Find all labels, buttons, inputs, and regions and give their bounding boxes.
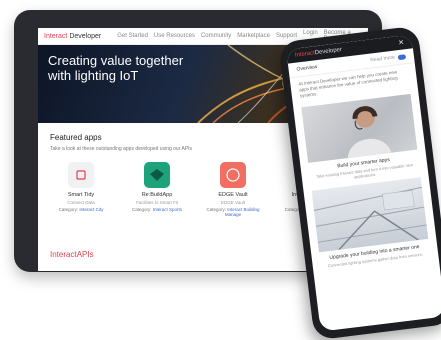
category-link[interactable]: Interact Sports bbox=[153, 207, 182, 212]
app-subtitle: Facilities to Smart Fit bbox=[135, 200, 178, 205]
nav-item[interactable]: Use Resources bbox=[154, 33, 195, 39]
apis-sub: APIs bbox=[76, 250, 94, 259]
vault-icon bbox=[220, 162, 246, 188]
phone-device: InteractDeveloper ✕ Overview Read more A… bbox=[278, 25, 441, 340]
apis-main: Interact bbox=[50, 250, 77, 259]
close-icon[interactable]: ✕ bbox=[398, 38, 405, 47]
hero-title: Creating value together with lighting Io… bbox=[48, 53, 184, 83]
app-name: EDGE Vault bbox=[218, 192, 248, 198]
app-card[interactable]: EDGE Vault EDGE Vault Category: Interact… bbox=[202, 162, 264, 217]
app-name: Smart Tidy bbox=[67, 192, 95, 198]
nav-item[interactable]: Marketplace bbox=[237, 33, 270, 39]
brand-logo[interactable]: Interact Developer bbox=[44, 33, 101, 40]
cup-icon bbox=[68, 162, 94, 188]
brand-main: Interact bbox=[44, 32, 68, 40]
app-subtitle: EDGE Vault bbox=[221, 200, 245, 205]
phone-screen: InteractDeveloper ✕ Overview Read more A… bbox=[286, 34, 441, 332]
read-more[interactable]: Read more bbox=[370, 53, 407, 64]
app-card[interactable]: Re:BuildApp Facilities to Smart Fit Cate… bbox=[126, 162, 188, 217]
category-link[interactable]: Interact Building Manage bbox=[225, 207, 260, 217]
grid-icon bbox=[144, 162, 170, 188]
app-category: Category: Interact City bbox=[58, 207, 104, 212]
app-subtitle: Connect Data bbox=[67, 200, 95, 205]
nav-item[interactable]: Community bbox=[201, 33, 231, 39]
app-name: Re:BuildApp bbox=[141, 192, 173, 198]
nav-item[interactable]: Support bbox=[276, 33, 297, 39]
nav-links: Get Started Use Resources Community Mark… bbox=[117, 33, 297, 39]
category-link[interactable]: Interact City bbox=[79, 207, 103, 212]
overview-label: Overview bbox=[296, 64, 318, 73]
toggle-switch[interactable] bbox=[397, 53, 407, 60]
apis-heading: InteractAPIs bbox=[50, 250, 94, 259]
app-category: Category: Interact Building Manage bbox=[206, 207, 260, 217]
app-card[interactable]: Smart Tidy Connect Data Category: Intera… bbox=[50, 162, 112, 217]
brand-sub: Developer bbox=[69, 32, 102, 40]
app-category: Category: Interact Sports bbox=[131, 207, 183, 212]
nav-item[interactable]: Get Started bbox=[117, 33, 148, 39]
